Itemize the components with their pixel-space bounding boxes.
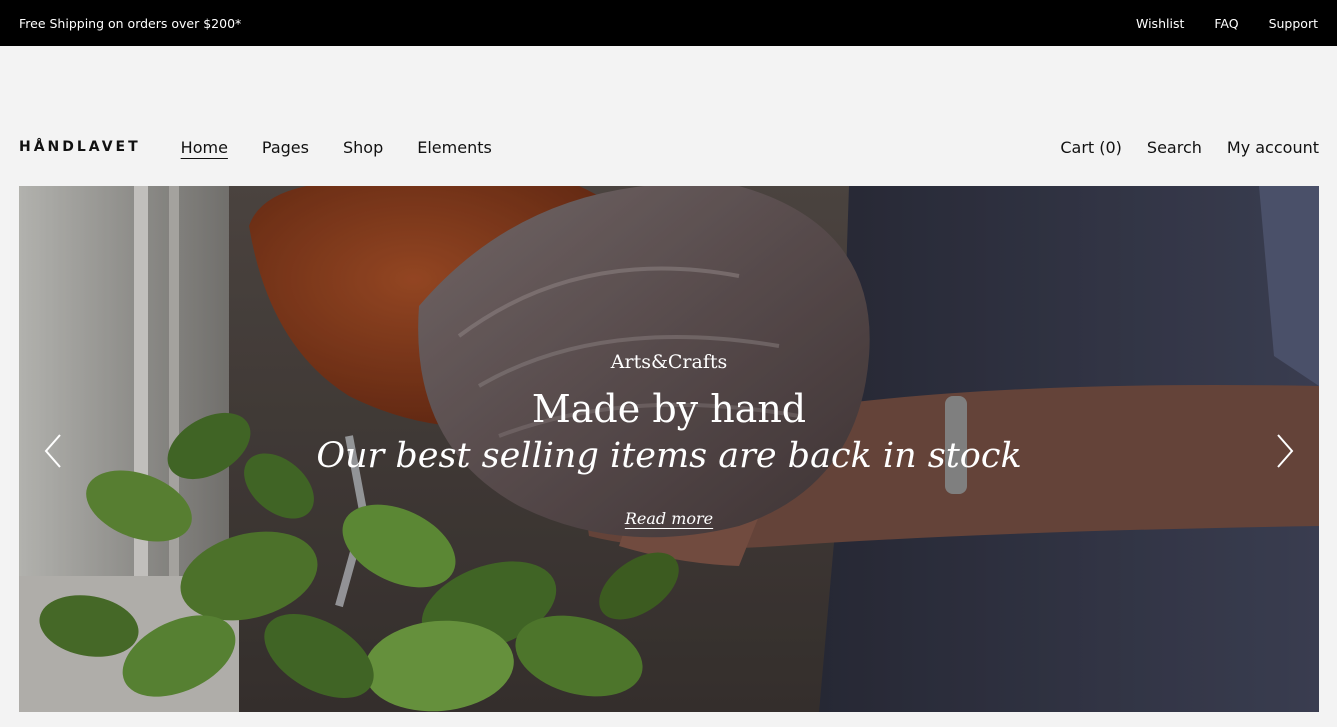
site-logo[interactable]: HÅNDLAVET [19, 139, 141, 155]
support-link[interactable]: Support [1269, 16, 1318, 31]
cart-link[interactable]: Cart (0) [1060, 138, 1122, 157]
hero-subtitle: Our best selling items are back in stock [316, 436, 1022, 476]
utility-links: Wishlist FAQ Support [1136, 16, 1318, 31]
read-more-link[interactable]: Read more [625, 509, 713, 528]
hero-kicker: Arts&Crafts [610, 351, 728, 373]
my-account-link[interactable]: My account [1227, 138, 1319, 157]
faq-link[interactable]: FAQ [1214, 16, 1238, 31]
account-links: Cart (0) Search My account [1060, 138, 1319, 157]
hero-slider: Arts&Crafts Made by hand Our best sellin… [19, 186, 1319, 712]
hero-caption: Arts&Crafts Made by hand Our best sellin… [19, 351, 1319, 528]
nav-elements[interactable]: Elements [417, 138, 492, 157]
nav-pages[interactable]: Pages [262, 138, 309, 157]
site-header: HÅNDLAVET Home Pages Shop Elements Cart … [19, 128, 1319, 166]
announcement-bar: Free Shipping on orders over $200* Wishl… [0, 0, 1337, 46]
chevron-left-icon[interactable] [43, 433, 63, 469]
nav-home[interactable]: Home [181, 138, 228, 157]
hero-title: Made by hand [531, 387, 807, 431]
main-nav: Home Pages Shop Elements [181, 138, 492, 157]
search-link[interactable]: Search [1147, 138, 1202, 157]
chevron-right-icon[interactable] [1275, 433, 1295, 469]
wishlist-link[interactable]: Wishlist [1136, 16, 1184, 31]
shipping-promo: Free Shipping on orders over $200* [19, 15, 242, 31]
nav-shop[interactable]: Shop [343, 138, 383, 157]
